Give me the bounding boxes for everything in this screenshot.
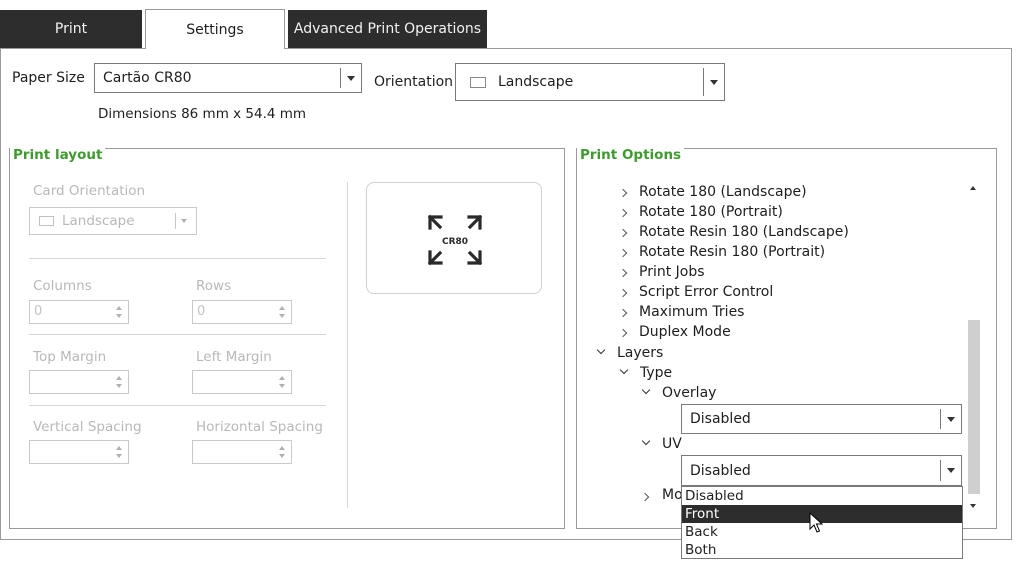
landscape-icon xyxy=(39,216,54,226)
up-arrow-icon xyxy=(279,446,285,450)
tree-item[interactable]: Script Error Control xyxy=(639,284,773,300)
orientation-label: Orientation xyxy=(374,74,454,90)
preview-label: CR80 xyxy=(442,237,468,247)
vertical-spacing-stepper[interactable] xyxy=(29,440,129,464)
scroll-down-icon[interactable] xyxy=(970,504,976,508)
dropdown-option-both[interactable]: Both xyxy=(682,541,962,559)
landscape-icon xyxy=(470,77,486,88)
tree-item-type[interactable]: Type xyxy=(640,365,672,381)
down-arrow-icon xyxy=(279,314,285,318)
rows-stepper[interactable]: 0 xyxy=(192,300,292,324)
up-arrow-icon xyxy=(279,376,285,380)
up-arrow-icon xyxy=(116,376,122,380)
chevron-down-icon xyxy=(941,468,961,473)
card-orientation-value: Landscape xyxy=(62,213,135,229)
tab-print-label: Print xyxy=(54,21,88,37)
top-margin-stepper[interactable] xyxy=(29,370,129,394)
rows-value: 0 xyxy=(197,304,206,319)
tab-settings-label: Settings xyxy=(186,21,244,38)
down-arrow-icon xyxy=(279,384,285,388)
down-arrow-icon xyxy=(116,454,122,458)
uv-value: Disabled xyxy=(690,462,751,479)
horizontal-spacing-stepper[interactable] xyxy=(192,440,292,464)
card-orientation-label: Card Orientation xyxy=(33,183,146,199)
orientation-value: Landscape xyxy=(498,74,574,90)
tree-item-partial[interactable]: Mo xyxy=(662,487,683,503)
expand-icon: CR80 xyxy=(427,214,483,266)
columns-stepper[interactable]: 0 xyxy=(29,300,129,324)
tree-item-uv[interactable]: UV xyxy=(662,436,682,452)
tree-item[interactable]: Rotate 180 (Portrait) xyxy=(639,204,783,220)
uv-select[interactable]: Disabled xyxy=(681,455,962,486)
dropdown-option-disabled[interactable]: Disabled xyxy=(682,487,962,505)
card-preview[interactable]: CR80 xyxy=(366,182,542,294)
orientation-select[interactable]: Landscape xyxy=(455,63,725,101)
layout-divider xyxy=(347,182,348,508)
scrollbar-thumb[interactable] xyxy=(968,320,980,494)
down-arrow-icon xyxy=(279,454,285,458)
tab-advanced-label: Advanced Print Operations xyxy=(293,21,482,37)
vertical-spacing-label: Vertical Spacing xyxy=(33,419,142,435)
overlay-select[interactable]: Disabled xyxy=(681,404,962,434)
rows-label: Rows xyxy=(196,278,232,294)
tree-item[interactable]: Print Jobs xyxy=(639,264,705,280)
up-arrow-icon xyxy=(279,306,285,310)
tree-item-overlay[interactable]: Overlay xyxy=(662,385,716,401)
card-orientation-select[interactable]: Landscape xyxy=(29,207,197,235)
tree-item-layers[interactable]: Layers xyxy=(617,345,663,361)
paper-size-select[interactable]: Cartão CR80 xyxy=(94,63,362,93)
dimensions-text: Dimensions 86 mm x 54.4 mm xyxy=(98,106,307,122)
chevron-down-icon xyxy=(704,79,724,85)
tree-item[interactable]: Rotate Resin 180 (Landscape) xyxy=(639,224,849,240)
print-layout-title: Print layout xyxy=(10,147,106,163)
mouse-cursor-icon xyxy=(809,512,823,533)
tab-settings[interactable]: Settings xyxy=(145,9,285,49)
print-options-title: Print Options xyxy=(577,147,685,163)
tree-item[interactable]: Rotate Resin 180 (Portrait) xyxy=(639,244,825,260)
chevron-down-icon xyxy=(181,219,187,223)
up-arrow-icon xyxy=(116,446,122,450)
paper-size-value: Cartão CR80 xyxy=(103,70,192,86)
tree-item[interactable]: Rotate 180 (Landscape) xyxy=(639,184,807,200)
vertical-scrollbar[interactable] xyxy=(965,180,983,516)
tab-advanced-print-operations[interactable]: Advanced Print Operations xyxy=(288,10,487,48)
columns-label: Columns xyxy=(33,278,92,294)
left-margin-label: Left Margin xyxy=(196,349,272,365)
left-margin-stepper[interactable] xyxy=(192,370,292,394)
up-arrow-icon xyxy=(116,306,122,310)
top-margin-label: Top Margin xyxy=(33,349,107,365)
tree-item[interactable]: Maximum Tries xyxy=(639,304,744,320)
overlay-value: Disabled xyxy=(690,411,751,427)
down-arrow-icon xyxy=(116,384,122,388)
columns-value: 0 xyxy=(34,304,43,319)
chevron-down-icon xyxy=(941,416,961,422)
scroll-up-icon[interactable] xyxy=(970,186,976,190)
tab-print[interactable]: Print xyxy=(0,10,142,48)
paper-size-label: Paper Size xyxy=(12,70,85,86)
horizontal-spacing-label: Horizontal Spacing xyxy=(196,419,323,435)
tree-item[interactable]: Duplex Mode xyxy=(639,324,731,340)
down-arrow-icon xyxy=(116,314,122,318)
chevron-down-icon xyxy=(341,75,361,81)
